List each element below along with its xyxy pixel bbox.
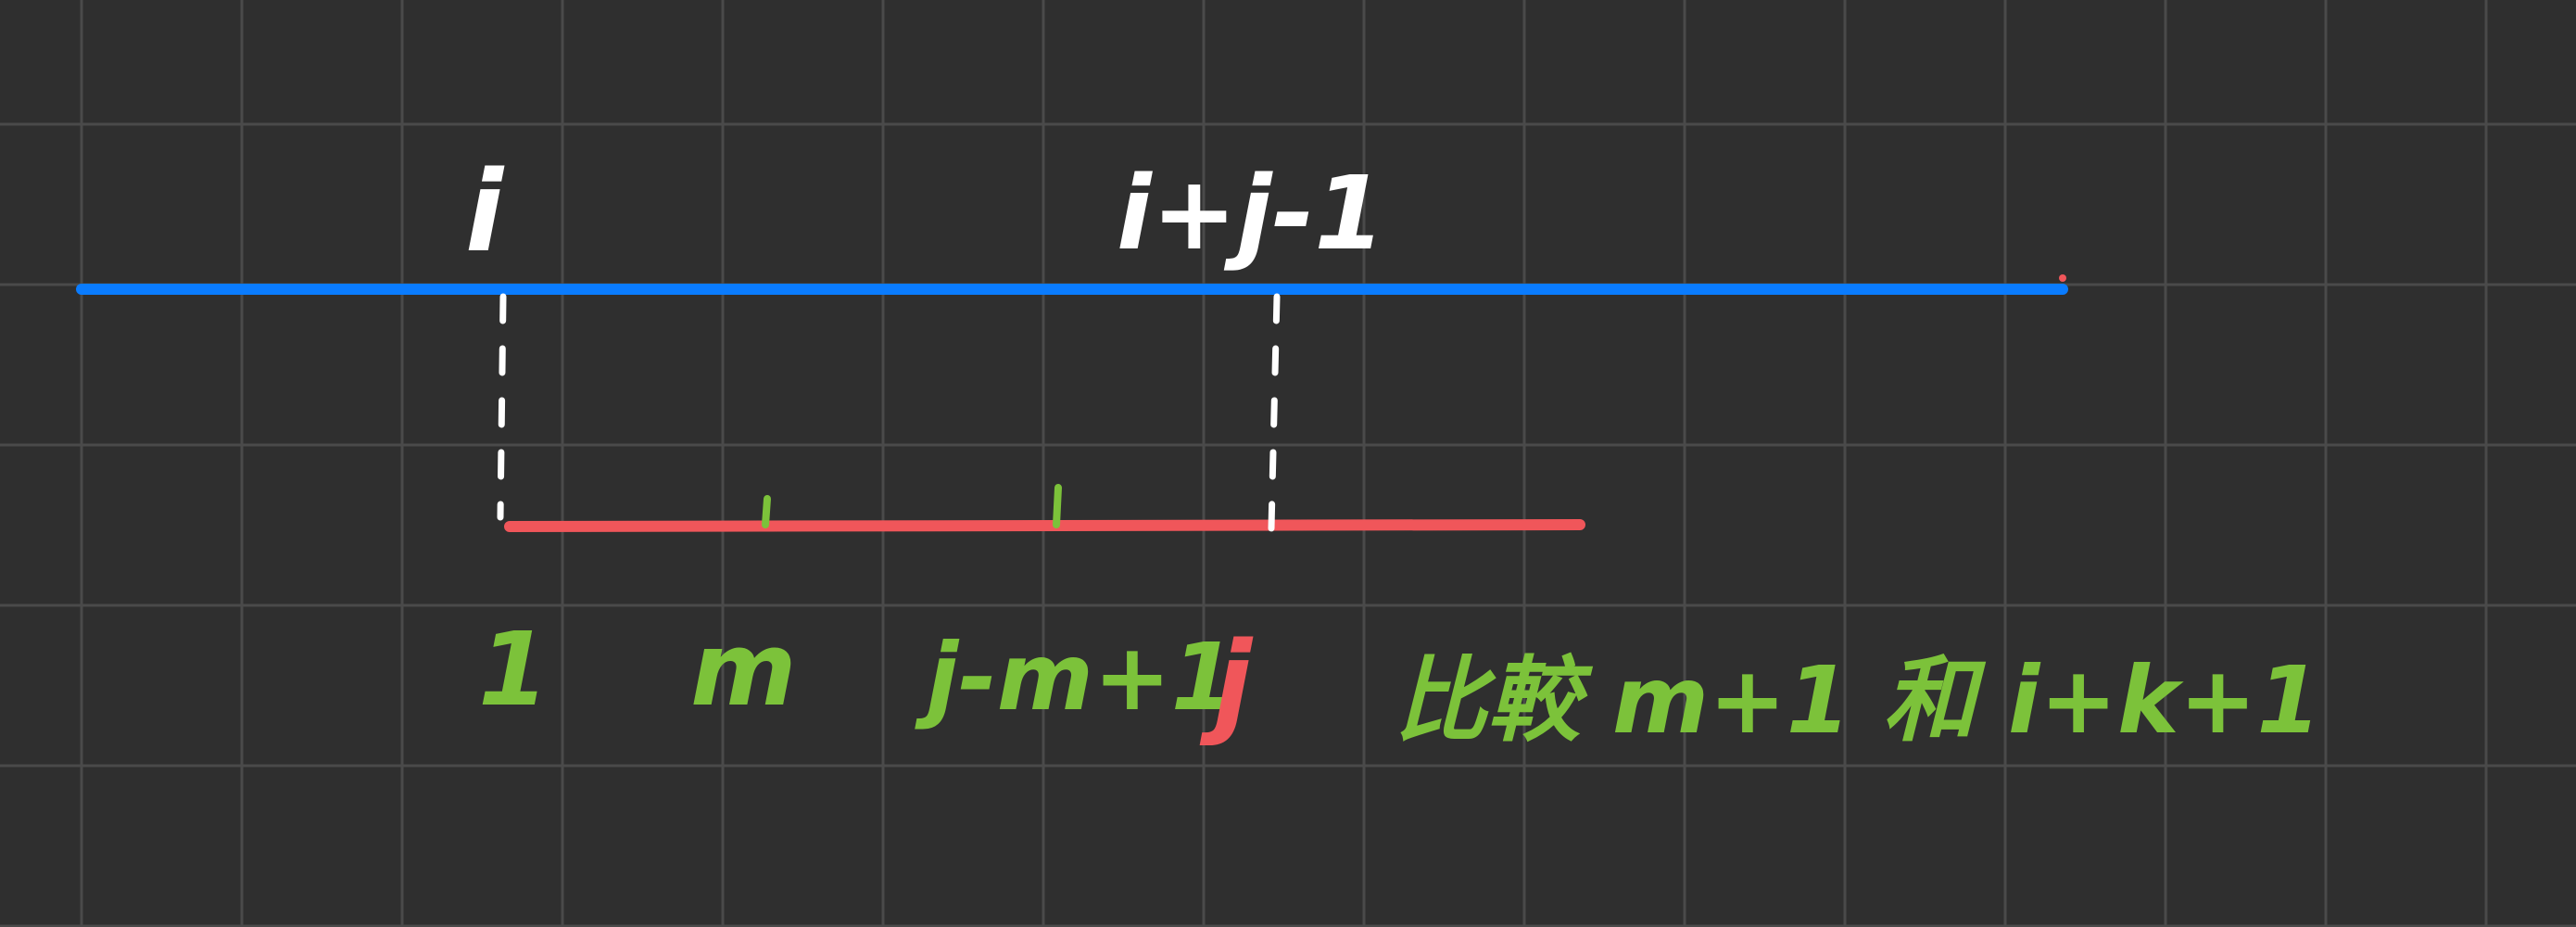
tick-j-m-1 xyxy=(1053,484,1062,528)
label-bottom-1: 1 xyxy=(478,610,549,729)
red-pattern-line xyxy=(504,519,1585,532)
tick-m xyxy=(762,495,771,528)
label-top-i-plus-j-minus-1: i+j-1 xyxy=(1117,154,1385,273)
dashed-connector-right xyxy=(1268,293,1281,532)
label-bottom-m: m xyxy=(690,610,797,729)
whiteboard-canvas: i i+j-1 1 m j-m+1 j 比較 m+1 和 i+k+1 xyxy=(0,0,2576,927)
endpoint-marker xyxy=(2059,274,2066,282)
diagram-svg: i i+j-1 1 m j-m+1 j 比較 m+1 和 i+k+1 xyxy=(0,0,2576,927)
label-bottom-j-minus-m-plus-1: j-m+1 xyxy=(915,623,1235,731)
label-compare-note: 比較 m+1 和 i+k+1 xyxy=(1395,646,2321,755)
dashed-connector-left xyxy=(497,293,507,521)
label-top-i: i xyxy=(465,148,505,277)
background-grid xyxy=(0,0,2576,927)
